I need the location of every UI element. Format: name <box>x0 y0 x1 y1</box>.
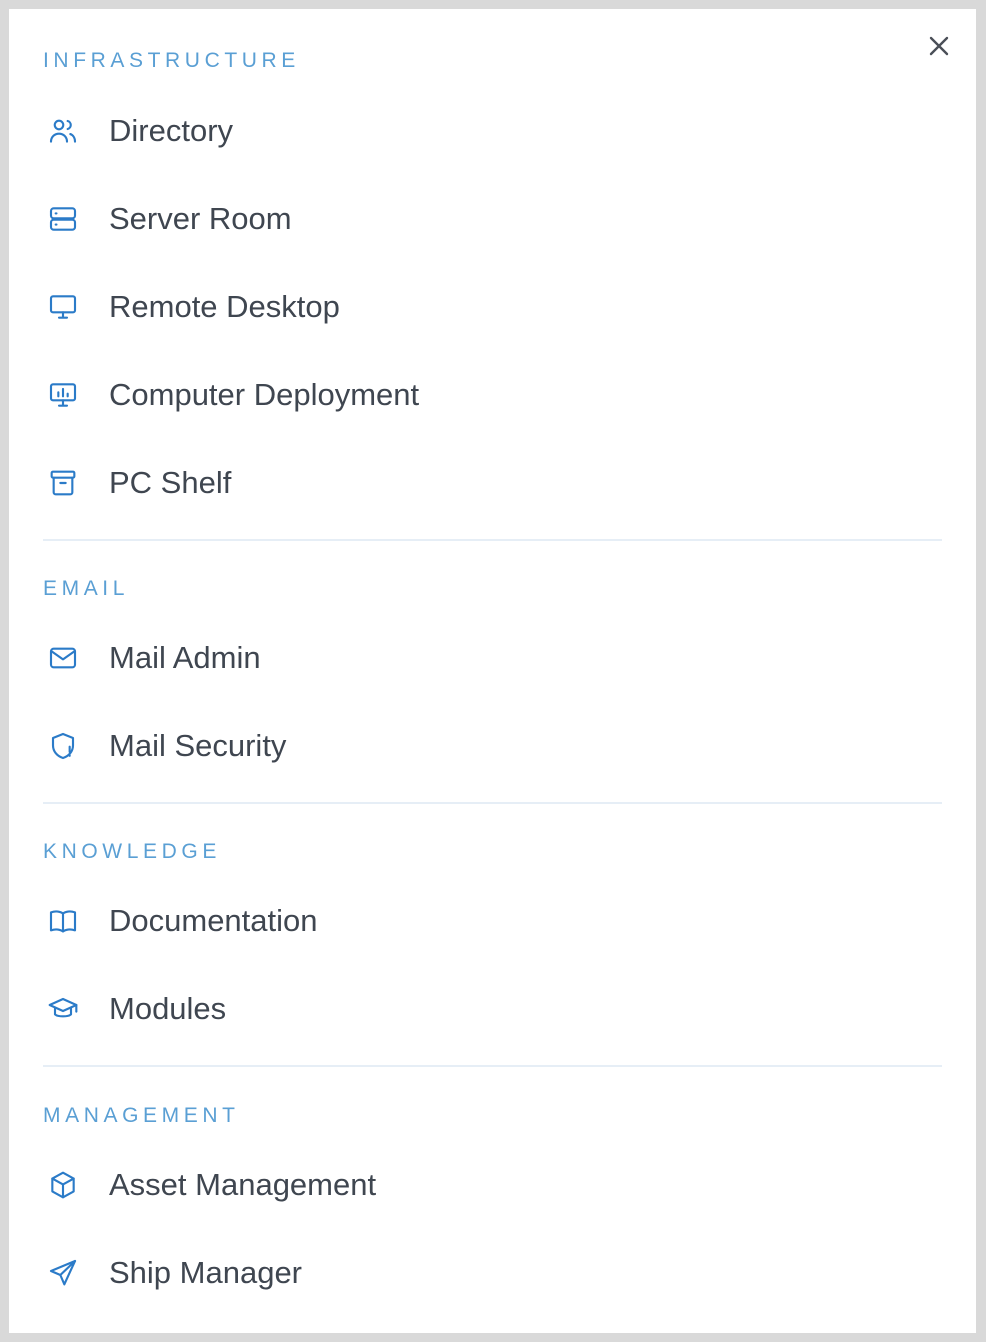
nav-item-server-room[interactable]: Server Room <box>43 189 942 249</box>
cube-icon <box>47 1169 79 1201</box>
paper-plane-icon <box>47 1257 79 1289</box>
nav-item-computer-deployment[interactable]: Computer Deployment <box>43 365 942 425</box>
close-icon <box>929 36 949 56</box>
nav-item-modules[interactable]: Modules <box>43 979 942 1039</box>
nav-item-directory[interactable]: Directory <box>43 101 942 161</box>
nav-item-label: Server Room <box>109 201 292 236</box>
section-divider <box>43 539 942 541</box>
nav-item-pc-shelf[interactable]: PC Shelf <box>43 453 942 513</box>
section-title: MANAGEMENT <box>43 1104 240 1127</box>
shield-exclamation-icon <box>47 730 79 762</box>
section-divider <box>43 802 942 804</box>
graduation-cap-icon <box>47 993 79 1025</box>
nav-item-asset-management[interactable]: Asset Management <box>43 1155 942 1215</box>
book-icon <box>47 905 79 937</box>
nav-item-mail-admin[interactable]: Mail Admin <box>43 628 942 688</box>
nav-item-label: Ship Manager <box>109 1255 303 1290</box>
nav-item-remote-desktop[interactable]: Remote Desktop <box>43 277 942 337</box>
nav-item-label: Directory <box>109 113 234 148</box>
nav-item-mail-security[interactable]: Mail Security <box>43 716 942 776</box>
nav-item-label: Mail Security <box>109 728 287 763</box>
nav-item-label: Asset Management <box>109 1167 377 1202</box>
nav-item-label: Mail Admin <box>109 640 261 675</box>
section-title: INFRASTRUCTURE <box>43 49 300 72</box>
nav-item-label: Remote Desktop <box>109 289 340 324</box>
nav-item-label: Modules <box>109 991 227 1026</box>
nav-item-documentation[interactable]: Documentation <box>43 891 942 951</box>
nav-item-label: Documentation <box>109 903 318 938</box>
archive-box-icon <box>47 467 79 499</box>
monitor-icon <box>47 291 79 323</box>
section-title: EMAIL <box>43 577 130 600</box>
nav-item-ship-manager[interactable]: Ship Manager <box>43 1243 942 1303</box>
envelope-icon <box>47 642 79 674</box>
navigation-panel: INFRASTRUCTURE Directory Server Room Rem… <box>9 9 976 1333</box>
users-icon <box>47 115 79 147</box>
nav-item-label: Computer Deployment <box>109 377 420 412</box>
server-icon <box>47 203 79 235</box>
monitor-chart-icon <box>47 379 79 411</box>
section-title: KNOWLEDGE <box>43 840 221 863</box>
section-divider <box>43 1065 942 1067</box>
nav-item-label: PC Shelf <box>109 465 232 500</box>
close-button[interactable] <box>925 32 953 60</box>
